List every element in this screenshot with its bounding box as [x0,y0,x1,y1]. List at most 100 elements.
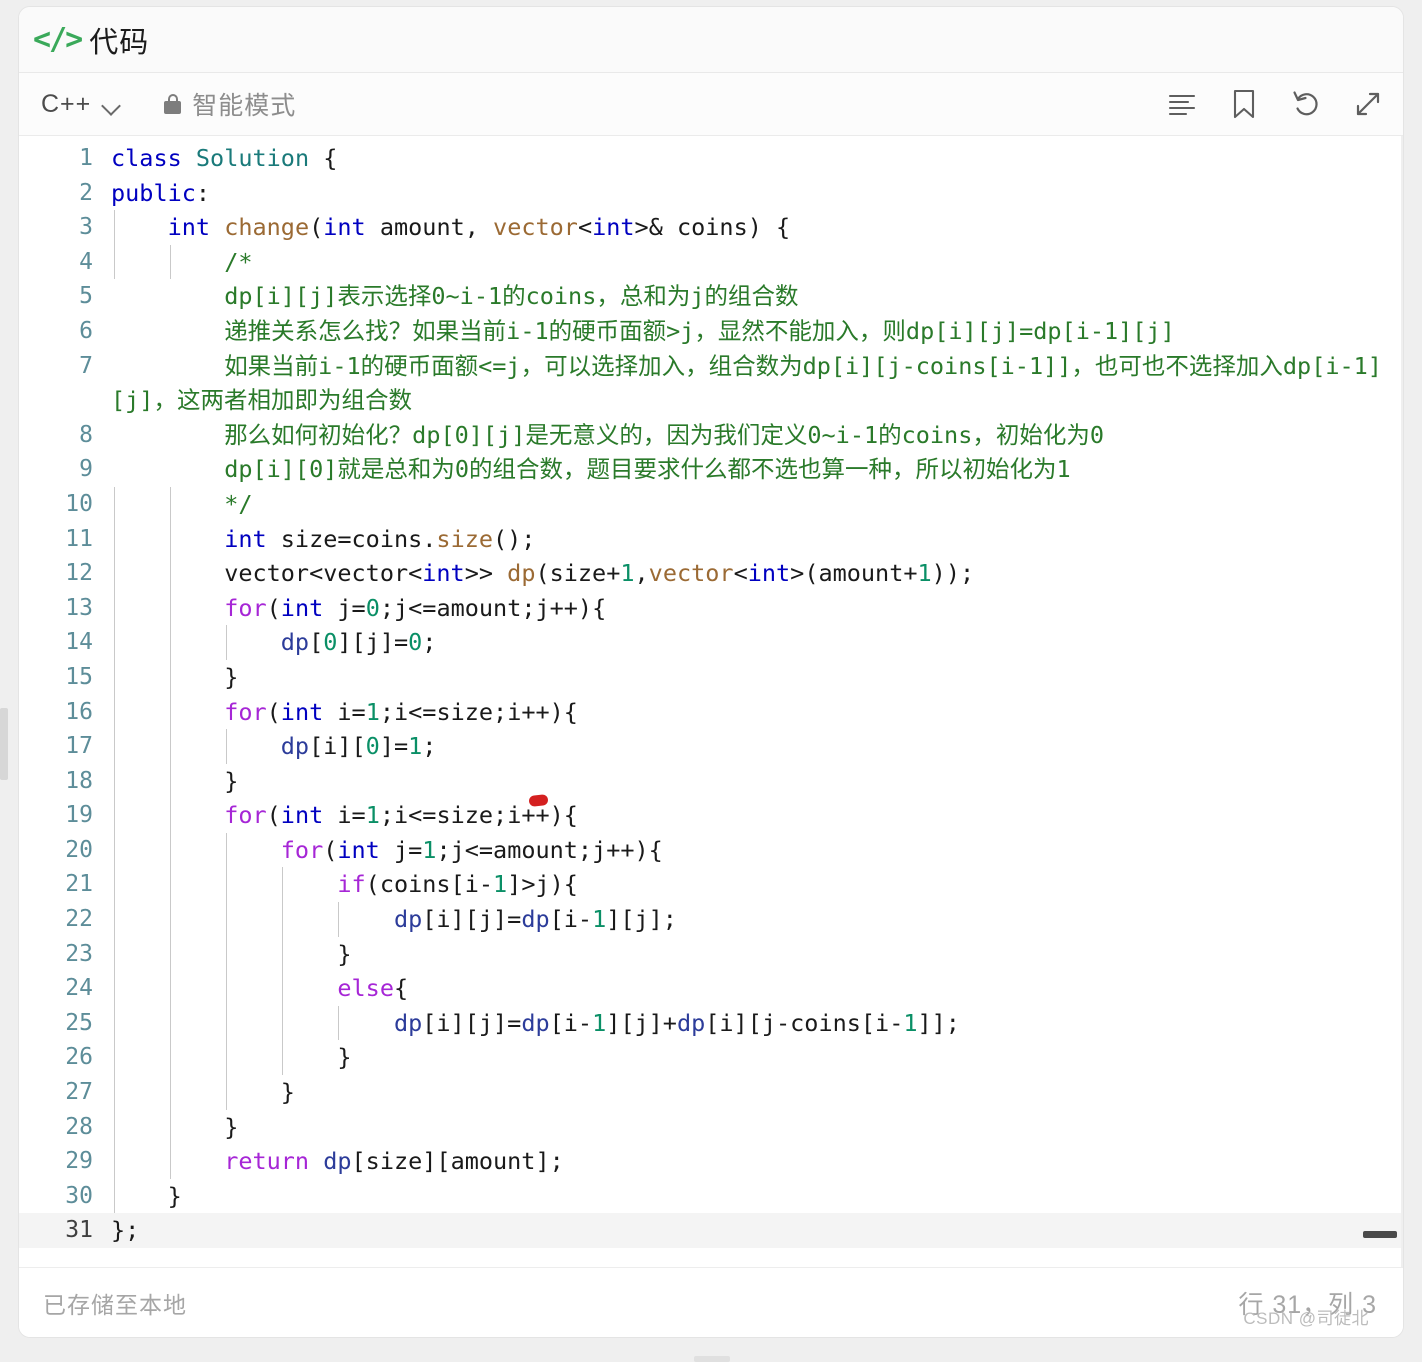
code-line[interactable]: 26 } [19,1040,1403,1076]
code-line[interactable]: 30 } [19,1178,1403,1214]
line-number: 16 [65,698,93,725]
line-number: 23 [65,940,93,967]
line-content[interactable]: }; [111,1213,1403,1248]
code-line[interactable]: 10 */ [19,486,1403,522]
code-line[interactable]: 23 } [19,936,1403,972]
code-line[interactable]: 11 int size=coins.size(); [19,521,1403,557]
line-content[interactable]: 递推关系怎么找？如果当前i-1的硬币面额>j，显然不能加入，则dp[i][j]=… [111,314,1403,349]
code-line[interactable]: 21 if(coins[i-1]>j){ [19,867,1403,903]
code-line[interactable]: 18 } [19,763,1403,799]
line-number: 7 [79,352,93,379]
line-content[interactable]: } [111,1178,1403,1214]
line-content[interactable]: } [111,936,1403,972]
line-content[interactable]: dp[i][j]表示选择0~i-1的coins，总和为j的组合数 [111,279,1403,314]
line-content[interactable]: dp[i][0]就是总和为0的组合数，题目要求什么都不选也算一种，所以初始化为1 [111,452,1403,487]
line-content[interactable]: int size=coins.size(); [111,521,1403,557]
line-number: 26 [65,1044,93,1071]
line-number: 20 [65,836,93,863]
line-content[interactable]: for(int i=1;i<=size;i++){ [111,798,1403,833]
vertical-scrollbar-track[interactable] [1401,136,1403,1267]
fullscreen-expand-icon[interactable] [1351,87,1385,121]
line-number: 2 [79,179,93,206]
code-line[interactable]: 17 dp[i][0]=1; [19,729,1403,764]
line-content[interactable]: } [111,1075,1403,1110]
code-line[interactable]: 3 int change(int amount, vector<int>& co… [19,210,1403,245]
line-content[interactable]: dp[i][j]=dp[i-1][j]+dp[i][j-coins[i-1]]; [111,1005,1403,1041]
line-content[interactable]: } [111,1040,1403,1076]
code-line[interactable]: 12 vector<vector<int>> dp(size+1,vector<… [19,556,1403,591]
card-titlebar: </> 代码 [19,7,1403,73]
code-line[interactable]: 14 dp[0][j]=0; [19,625,1403,660]
code-area[interactable]: 1 class Solution { 2 public: 3 int chang… [19,136,1403,1267]
code-line[interactable]: 25 dp[i][j]=dp[i-1][j]+dp[i][j-coins[i-1… [19,1005,1403,1041]
language-selector[interactable]: C++ [41,90,122,119]
bottom-scroll-nub[interactable] [694,1356,730,1362]
save-status: 已存储至本地 [43,1291,187,1318]
line-number: 27 [65,1079,93,1106]
code-editor-card: </> 代码 C++ 智能模式 1 class Solution {2 pub… [18,6,1404,1338]
format-lines-icon[interactable] [1165,87,1199,121]
line-number: 25 [65,1009,93,1036]
line-content[interactable]: for(int i=1;i<=size;i++){ [111,694,1403,730]
line-content[interactable]: } [111,763,1403,799]
code-line[interactable]: 13 for(int j=0;j<=amount;j++){ [19,590,1403,626]
code-line[interactable]: 8 那么如何初始化？dp[0][j]是无意义的，因为我们定义0~i-1的coin… [19,418,1403,453]
line-number: 12 [65,560,93,587]
code-line[interactable]: 27 } [19,1075,1403,1110]
code-line[interactable]: 28 } [19,1109,1403,1145]
line-content[interactable]: for(int j=0;j<=amount;j++){ [111,590,1403,626]
line-number: 5 [79,283,93,310]
code-line[interactable]: 1 class Solution { [19,141,1403,176]
line-number: 10 [65,490,93,517]
lock-icon [164,94,182,114]
line-content[interactable]: 那么如何初始化？dp[0][j]是无意义的，因为我们定义0~i-1的coins，… [111,418,1403,453]
code-line[interactable]: 9 dp[i][0]就是总和为0的组合数，题目要求什么都不选也算一种，所以初始化… [19,452,1403,487]
line-content[interactable]: dp[i][0]=1; [111,729,1403,764]
smart-mode-label: 智能模式 [192,92,297,120]
page-title: 代码 [89,26,150,59]
line-number: 24 [65,975,93,1002]
smart-mode-toggle[interactable]: 智能模式 [164,86,296,122]
code-line[interactable]: 4 /* [19,244,1403,280]
code-line[interactable]: 29 return dp[size][amount]; [19,1144,1403,1179]
chevron-down-icon [103,99,122,110]
code-line-active[interactable]: 31 }; [19,1213,1403,1248]
code-line[interactable]: 2 public: [19,176,1403,211]
code-line[interactable]: 5 dp[i][j]表示选择0~i-1的coins，总和为j的组合数 [19,279,1403,314]
page-scroll-indicator[interactable] [0,708,8,780]
line-content[interactable]: int change(int amount, vector<int>& coin… [111,210,1403,245]
line-content[interactable]: class Solution { [111,141,1403,176]
code-line[interactable]: 16 for(int i=1;i<=size;i++){ [19,694,1403,730]
line-content[interactable]: else{ [111,971,1403,1006]
code-line[interactable]: 22 dp[i][j]=dp[i-1][j]; [19,902,1403,937]
line-number: 18 [65,767,93,794]
line-content[interactable]: } [111,1109,1403,1145]
line-number: 30 [65,1182,93,1209]
line-content[interactable]: /* [111,244,1403,280]
line-number: 1 [79,145,93,171]
line-content[interactable]: dp[0][j]=0; [111,625,1403,660]
line-content[interactable]: return dp[size][amount]; [111,1144,1403,1179]
line-number: 22 [65,906,93,933]
code-line[interactable]: 15 } [19,659,1403,695]
line-content[interactable]: for(int j=1;j<=amount;j++){ [111,832,1403,868]
line-number: 17 [65,733,93,760]
line-content[interactable]: public: [111,176,1403,211]
line-content[interactable]: } [111,659,1403,695]
code-line[interactable]: 6 递推关系怎么找？如果当前i-1的硬币面额>j，显然不能加入，则dp[i][j… [19,314,1403,349]
line-content[interactable]: if(coins[i-1]>j){ [111,867,1403,903]
line-content[interactable]: dp[i][j]=dp[i-1][j]; [111,902,1403,937]
line-content[interactable]: */ [111,486,1403,522]
bookmark-icon[interactable] [1227,87,1261,121]
editor-body[interactable]: 1 class Solution { 2 public: 3 int chang… [19,136,1403,1267]
undo-reset-icon[interactable] [1289,87,1323,121]
line-content[interactable]: vector<vector<int>> dp(size+1,vector<int… [111,556,1403,591]
horizontal-scrollbar-thumb[interactable] [1363,1231,1397,1238]
code-line[interactable]: 19 for(int i=1;i<=size;i++){ [19,798,1403,833]
code-line[interactable]: 20 for(int j=1;j<=amount;j++){ [19,832,1403,868]
code-line[interactable]: 24 else{ [19,971,1403,1006]
line-content[interactable]: 如果当前i-1的硬币面额<=j，可以选择加入，组合数为dp[i][j-coins… [111,349,1403,418]
watermark: CSDN @司徒北 [1243,1309,1369,1328]
code-line[interactable]: 7 如果当前i-1的硬币面额<=j，可以选择加入，组合数为dp[i][j-coi… [19,349,1403,418]
line-number: 3 [79,214,93,241]
